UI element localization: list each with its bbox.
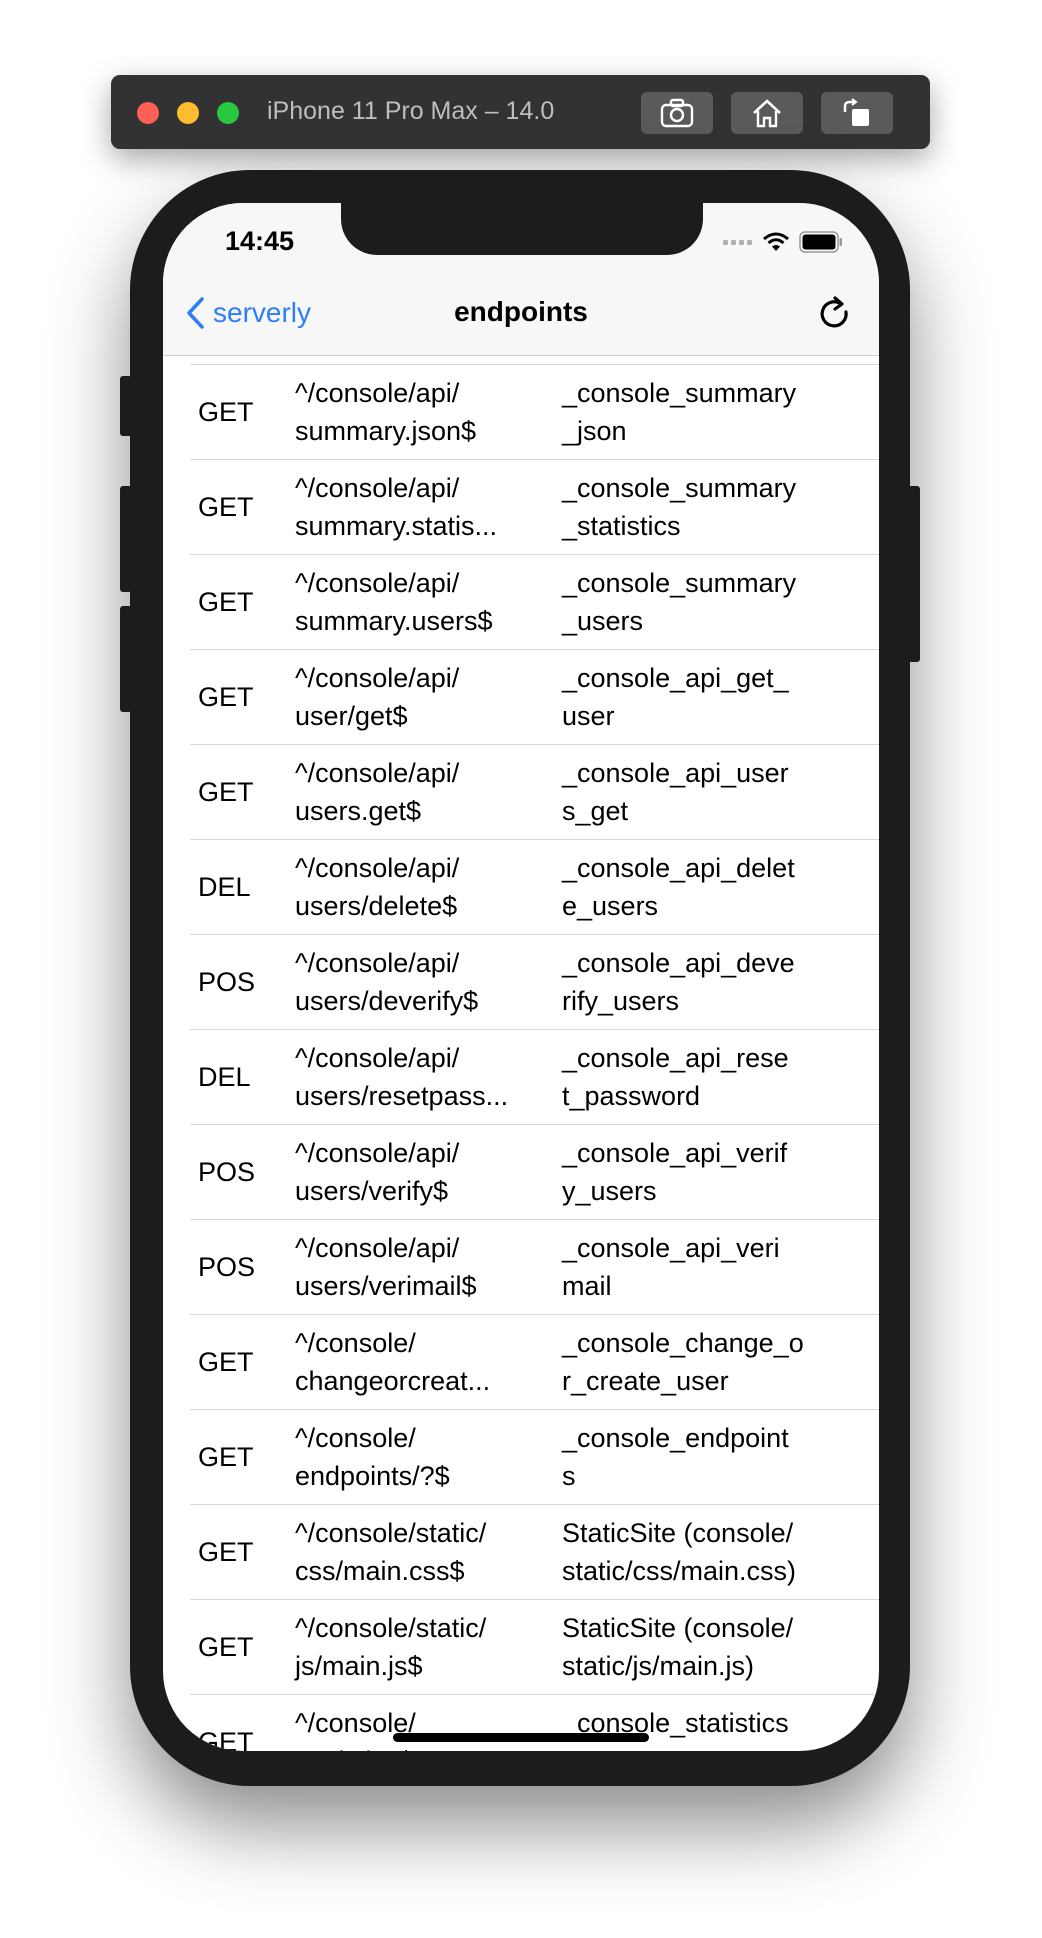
home-icon [753,99,781,128]
table-row[interactable]: GET ^/console/api/ users.get$ _console_a… [190,745,879,840]
function-label: _console_api_rese t_password [562,1043,789,1111]
function-label: _console_summary _users [562,568,797,636]
path-label: ^/console/api/ summary.statis... [295,473,498,541]
function-label: _console_api_delet e_users [562,853,795,921]
function-label: _console_api_veri mail [562,1233,780,1301]
table-row[interactable]: GET ^/console/api/ summary.users$ _conso… [190,555,879,650]
refresh-icon [820,296,848,328]
method-label: GET [198,492,254,522]
path-label: ^/console/api/ users/verify$ [295,1138,460,1206]
method-label: GET [198,1537,254,1567]
status-icons [723,231,843,253]
battery-icon [799,231,842,253]
table-row[interactable]: GET ^/console/api/ summary.json$ _consol… [190,364,879,460]
path-label: ^/console/api/ summary.json$ [295,378,477,446]
table-row[interactable]: POS ^/console/api/ users/verify$ _consol… [190,1125,879,1220]
refresh-button[interactable] [819,295,851,334]
simulator-title-bar: iPhone 11 Pro Max – 14.0 [111,75,930,149]
method-label: POS [198,967,256,997]
method-label: GET [198,777,254,807]
simulator-title: iPhone 11 Pro Max – 14.0 [267,97,555,125]
method-label: DEL [198,872,251,902]
path-label: ^/console/api/ users.get$ [295,758,460,826]
minimize-window-button[interactable] [177,102,199,124]
method-label: GET [198,587,254,617]
status-time: 14:45 [225,226,295,256]
zoom-window-button[interactable] [217,102,239,124]
path-label: ^/console/api/ users/resetpass... [295,1043,509,1111]
navigation-bar: 14:45 serverly endpoints [163,203,879,356]
phone-screen: GET ^/console/api/ summary.json$ _consol… [163,203,879,1751]
volume-up-button [120,486,132,592]
table-row[interactable]: GET ^/console/api/ user/get$ _console_ap… [190,650,879,745]
page-title: endpoints [454,296,588,327]
table-row[interactable]: POS ^/console/api/ users/verimail$ _cons… [190,1220,879,1315]
table-row[interactable]: GET ^/console/ changeorcreat... _console… [190,1315,879,1410]
endpoints-table: GET ^/console/api/ summary.json$ _consol… [163,364,879,1751]
path-label: ^/console/ endpoints/?$ [295,1423,450,1491]
function-label: _console_summary _json [562,378,797,446]
method-label: POS [198,1252,256,1282]
path-label: ^/console/api/ users/delete$ [295,853,460,921]
screenshot-button[interactable] [641,92,713,134]
rotate-icon [843,98,869,126]
method-label: GET [198,1442,254,1472]
function-label: _console_api_deve rify_users [562,948,795,1016]
table-row[interactable]: POS ^/console/api/ users/deverify$ _cons… [190,935,879,1030]
method-label: GET [198,1632,254,1662]
mute-switch [120,376,132,436]
path-label: ^/console/api/ users/verimail$ [295,1233,477,1301]
table-row[interactable]: DEL ^/console/api/ users/delete$ _consol… [190,840,879,935]
close-window-button[interactable] [137,102,159,124]
method-label: GET [198,397,254,427]
home-button[interactable] [731,92,803,134]
table-row[interactable]: GET ^/console/ statistics$ _console_stat… [190,1695,879,1751]
home-indicator[interactable] [393,1733,649,1742]
function-label: _console_api_verif y_users [562,1138,788,1206]
function-label: _console_summary _statistics [562,473,797,541]
function-label: _console_endpoint s [562,1423,789,1491]
table-row[interactable]: GET ^/console/api/ summary.statis... _co… [190,460,879,555]
function-label: StaticSite (console/ static/css/main.css… [562,1518,797,1586]
volume-down-button [120,606,132,712]
side-power-button [908,486,920,662]
path-label: ^/console/ changeorcreat... [295,1328,491,1396]
cellular-signal-icon [723,240,752,245]
path-label: ^/console/api/ summary.users$ [295,568,493,636]
method-label: GET [198,682,254,712]
function-label: StaticSite (console/ static/js/main.js) [562,1613,794,1681]
path-label: ^/console/static/ js/main.js$ [295,1613,487,1681]
table-row[interactable]: DEL ^/console/api/ users/resetpass... _c… [190,1030,879,1125]
path-label: ^/console/api/ users/deverify$ [295,948,479,1016]
function-label: _console_change_o r_create_user [562,1328,804,1396]
method-label: GET [198,1347,254,1377]
method-label: GET [198,1727,254,1751]
path-label: ^/console/api/ user/get$ [295,663,460,731]
method-label: POS [198,1157,256,1187]
table-row[interactable]: GET ^/console/static/ css/main.css$ Stat… [190,1505,879,1600]
table-row[interactable]: GET ^/console/ endpoints/?$ _console_end… [190,1410,879,1505]
table-row[interactable]: GET ^/console/static/ js/main.js$ Static… [190,1600,879,1695]
camera-icon [660,98,694,128]
wifi-icon [763,232,789,251]
function-label: _console_api_user s_get [562,758,789,826]
function-label: _console_api_get_ user [562,663,789,731]
path-label: ^/console/static/ css/main.css$ [295,1518,487,1586]
path-label: ^/console/ statistics$ [295,1708,416,1751]
notch [341,203,703,255]
method-label: DEL [198,1062,251,1092]
rotate-button[interactable] [821,92,893,134]
